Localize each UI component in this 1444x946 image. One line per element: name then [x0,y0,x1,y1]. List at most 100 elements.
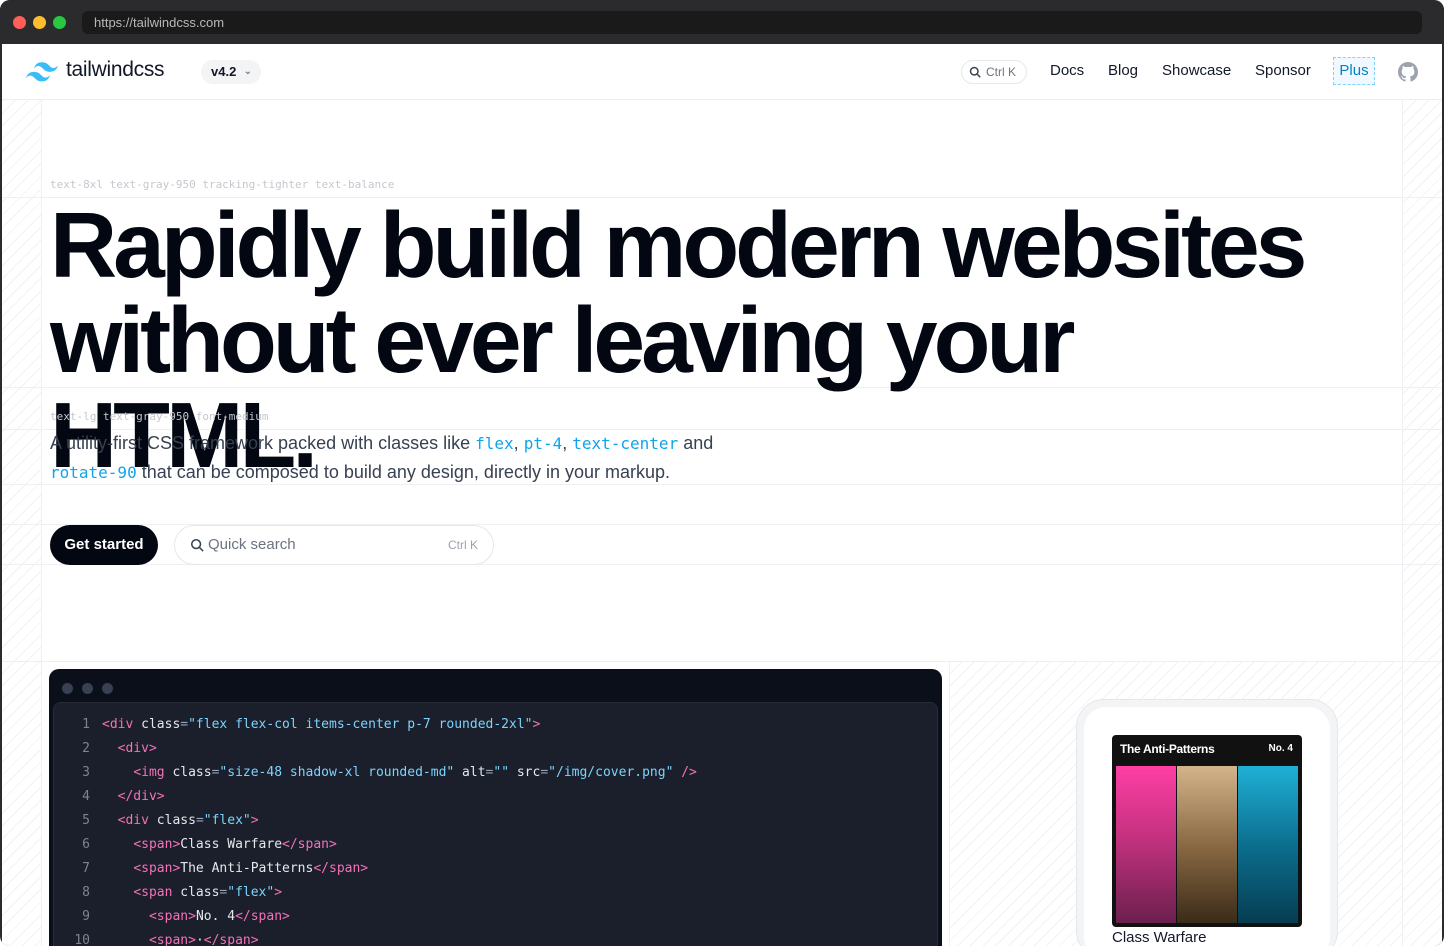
nav-search-shortcut: Ctrl K [986,65,1016,79]
code-line: 6 <span>Class Warfare</span> [54,833,337,857]
code-token: alt [454,765,486,780]
left-gutter-pattern [2,100,41,946]
version-selector[interactable]: v4.2 ⌄ [201,60,261,84]
line-number: 10 [74,933,90,946]
editor-dot [102,683,113,694]
tailwind-logo-icon[interactable] [26,62,58,82]
code-line: 10 <span>·</span> [54,929,258,946]
nav-link-sponsor[interactable]: Sponsor [1255,62,1311,79]
code-token: </span> [235,909,290,924]
code-token: = [195,813,204,828]
browser-window: https://tailwindcss.com tailwindcss v4.2… [0,0,1444,946]
search-icon [969,66,981,78]
editor-dot [62,683,73,694]
code-token: <span> [148,933,196,946]
code-line: 5 <div class="flex"> [54,809,258,833]
editor-dot [82,683,93,694]
brand-name[interactable]: tailwindcss [66,58,165,82]
hero-description: A utility-first CSS framework packed wit… [50,429,790,487]
code-token: <span> [133,837,181,852]
code-token: > [532,717,541,732]
code-token: = [180,717,189,732]
code-token: <span [133,885,181,900]
get-started-button[interactable]: Get started [50,525,158,565]
line-number: 5 [82,813,90,828]
nav-link-blog[interactable]: Blog [1108,62,1138,79]
album-photo-panel [1177,766,1237,923]
code-token: "size-48 shadow-xl rounded-md" [219,765,455,780]
line-number: 3 [82,765,90,780]
code-token: class [141,717,181,732]
line-number: 2 [82,741,90,756]
quick-search-placeholder: Quick search [208,536,296,553]
lede-separator: , [513,433,524,453]
album-cover: The Anti-Patterns No. 4 [1112,735,1302,927]
code-line: 8 <span class="flex"> [54,881,282,905]
album-photo-panel [1116,766,1176,923]
code-token: <span> [133,861,181,876]
line-number: 4 [82,789,90,804]
album-photo-panel [1238,766,1298,923]
chevron-down-icon: ⌄ [243,66,252,77]
headline-class-annotation: text-8xl text-gray-950 tracking-tighter … [50,178,395,191]
address-bar[interactable]: https://tailwindcss.com [82,11,1422,34]
code-token: > [274,885,283,900]
nav-link-plus[interactable]: Plus [1333,57,1375,85]
code-token: Class Warfare [180,837,283,852]
code-editor-window: 1 <div class="flex flex-col items-center … [49,669,942,946]
code-token: No. 4 [195,909,236,924]
code-token: class [156,813,196,828]
minimize-window-button[interactable] [33,16,46,29]
quick-search-input[interactable]: Quick search Ctrl K [174,525,494,565]
code-text-center: text-center [572,434,679,453]
page-viewport: tailwindcss v4.2 ⌄ Ctrl K Docs Blog Show… [2,44,1442,946]
quick-search-shortcut: Ctrl K [448,538,478,552]
code-token: "flex" [203,813,251,828]
code-area[interactable]: 1 <div class="flex flex-col items-center … [53,702,938,946]
grid-line [949,661,950,946]
line-number: 1 [82,717,90,732]
code-token: "" [493,765,510,780]
nav-link-showcase[interactable]: Showcase [1162,62,1231,79]
grid-line [1402,100,1403,946]
zoom-window-button[interactable] [53,16,66,29]
code-line: 4 </div> [54,785,165,809]
code-token: /> [673,765,697,780]
song-title: Class Warfare [1112,929,1207,946]
code-token: </div> [117,789,165,804]
code-line: 7 <span>The Anti-Patterns</span> [54,857,368,881]
code-token: </span> [282,837,337,852]
code-token: src [509,765,541,780]
browser-titlebar: https://tailwindcss.com [0,0,1444,44]
code-token: <div> [117,741,157,756]
code-token: <img [133,765,173,780]
code-token: <div [117,813,157,828]
grid-line [41,100,42,946]
code-pt-4: pt-4 [523,434,563,453]
code-line: 2 <div> [54,737,157,761]
line-number: 7 [82,861,90,876]
code-line: 9 <span>No. 4</span> [54,905,290,929]
search-icon [190,538,204,552]
headline-line-1: Rapidly build modern websites [50,193,1307,297]
code-token: class [180,885,220,900]
grid-line [2,661,1442,662]
code-token: "flex" [227,885,275,900]
lede-text: that can be composed to build any design… [136,462,670,482]
code-token: <div [102,717,142,732]
lede-class-annotation: text-lg text-gray-950 font-medium [50,410,269,423]
nav-search-button[interactable]: Ctrl K [961,60,1027,84]
github-icon[interactable] [1398,62,1418,82]
code-token: "flex flex-col items-center p-7 rounded-… [188,717,533,732]
line-number: 6 [82,837,90,852]
right-gutter-pattern [1403,100,1442,946]
line-number: 9 [82,909,90,924]
nav-link-docs[interactable]: Docs [1050,62,1084,79]
code-token: </span> [313,861,369,876]
code-token: <span> [148,909,196,924]
lede-separator: , [562,433,573,453]
code-rotate-90: rotate-90 [50,463,137,482]
code-token: class [172,765,212,780]
code-token: · [195,933,204,946]
close-window-button[interactable] [13,16,26,29]
